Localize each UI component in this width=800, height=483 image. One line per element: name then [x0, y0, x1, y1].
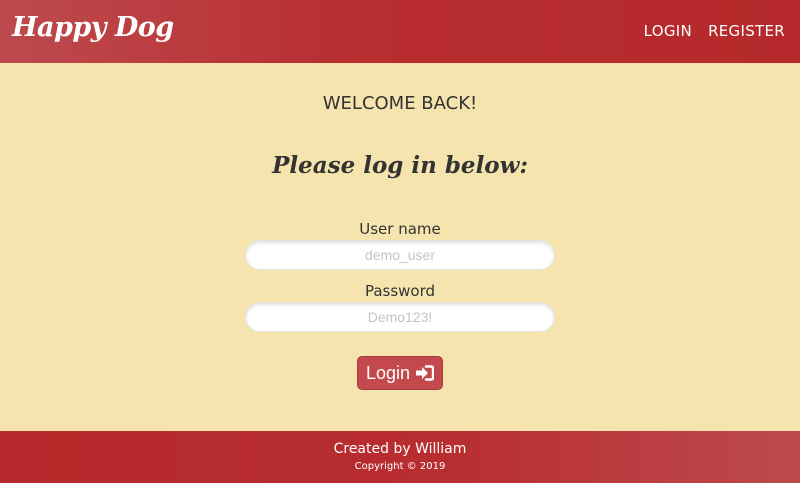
login-button-label: Login [365, 362, 411, 383]
username-label: User name [359, 220, 441, 238]
navbar: Happy Dog LOGIN REGISTER [0, 0, 800, 63]
page-title: WELCOME BACK! [322, 93, 478, 114]
nav-register-link[interactable]: REGISTER [708, 22, 785, 40]
nav-links: LOGIN REGISTER [644, 22, 785, 40]
brand-logo[interactable]: Happy Dog [12, 12, 174, 43]
password-label: Password [364, 282, 436, 300]
username-input[interactable] [245, 240, 555, 270]
footer: Created by William Copyright © 2019 [0, 431, 800, 483]
login-subtitle: Please log in below: [272, 152, 528, 179]
login-button[interactable]: Login [357, 356, 443, 390]
password-input[interactable] [245, 302, 555, 332]
nav-login-link[interactable]: LOGIN [644, 22, 692, 40]
footer-credit: Created by William [333, 441, 467, 457]
footer-copyright: Copyright © 2019 [354, 461, 446, 472]
sign-in-icon [415, 365, 435, 381]
